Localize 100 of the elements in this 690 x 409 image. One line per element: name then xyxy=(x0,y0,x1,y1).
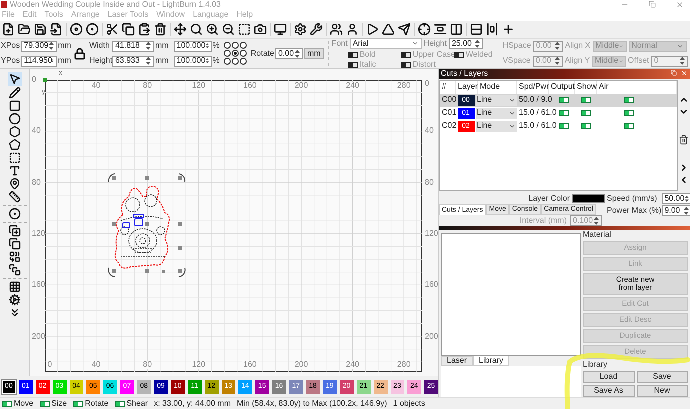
mode-dropdown[interactable]: Line xyxy=(476,94,517,106)
power-field[interactable]: 9.00 xyxy=(662,205,690,216)
toggle-switch[interactable] xyxy=(559,110,569,116)
anchor-point[interactable] xyxy=(224,42,231,49)
toggle-switch[interactable] xyxy=(2,400,12,406)
paste-icon[interactable] xyxy=(138,23,151,36)
chevron-left-icon[interactable] xyxy=(679,174,689,185)
toggle-switch[interactable] xyxy=(581,97,591,104)
x-position-field[interactable]: 79.309 xyxy=(21,40,58,52)
toggle-switch[interactable] xyxy=(73,400,84,406)
y-position-field[interactable]: 114.950 xyxy=(21,56,58,66)
anchor-point[interactable] xyxy=(240,58,247,65)
import-icon[interactable] xyxy=(50,23,63,36)
toggle-switch[interactable] xyxy=(348,62,358,68)
height-field[interactable]: 63.933 xyxy=(112,56,154,66)
mode-dropdown[interactable]: Line xyxy=(476,120,517,132)
toggle-switch[interactable] xyxy=(454,52,464,58)
rotate-field[interactable]: 0.00 xyxy=(275,48,304,59)
group-icon[interactable] xyxy=(330,23,343,36)
camera-icon[interactable] xyxy=(254,23,267,36)
text-tool-icon[interactable] xyxy=(8,165,20,177)
trash-icon[interactable] xyxy=(679,134,689,145)
polygon-tool-icon[interactable] xyxy=(8,126,20,138)
dashed-frame-icon[interactable] xyxy=(8,152,20,164)
anchor-point[interactable] xyxy=(240,42,247,49)
align-icon[interactable] xyxy=(434,23,447,36)
new-file-icon[interactable] xyxy=(2,23,15,36)
settings-icon[interactable] xyxy=(294,23,307,36)
anchor-point[interactable] xyxy=(232,50,239,57)
toggle-switch[interactable] xyxy=(624,123,634,130)
unit-button[interactable]: mm xyxy=(304,48,324,59)
library-button[interactable]: Save xyxy=(636,371,688,383)
lock-icon[interactable] xyxy=(74,48,86,60)
user-icon[interactable] xyxy=(346,23,359,36)
zoom-in-icon[interactable] xyxy=(206,23,219,36)
rectangle-tool-icon[interactable] xyxy=(8,100,20,112)
scale-field[interactable]: 100.000 xyxy=(174,40,212,52)
gear-icon[interactable] xyxy=(8,294,20,306)
spinner-icon xyxy=(295,50,300,58)
anchor-point[interactable] xyxy=(240,50,247,57)
library-button[interactable]: New xyxy=(636,385,688,397)
width-field[interactable]: 41.818 xyxy=(112,40,154,52)
crosshair-icon[interactable] xyxy=(418,23,431,36)
wrench-icon[interactable] xyxy=(310,23,323,36)
ruler-label: 40 xyxy=(90,82,102,90)
maximize-icon[interactable] xyxy=(649,1,656,8)
toggle-switch[interactable] xyxy=(348,52,358,58)
grid-array-icon[interactable] xyxy=(8,281,20,293)
toggle-switch[interactable] xyxy=(114,400,125,406)
panel-tab[interactable]: Library xyxy=(473,356,510,366)
scissors-icon[interactable] xyxy=(106,23,119,36)
anchor-point[interactable] xyxy=(232,58,239,65)
monitor-icon[interactable] xyxy=(274,23,287,36)
offset-icon[interactable] xyxy=(8,208,20,220)
pencil-icon[interactable] xyxy=(8,87,20,99)
text-height-field[interactable]: 25.00 xyxy=(448,38,483,49)
toggle-switch[interactable] xyxy=(581,123,591,130)
open-folder-icon[interactable] xyxy=(18,23,31,36)
restore-icon[interactable] xyxy=(671,70,677,76)
anchor-point[interactable] xyxy=(224,50,231,57)
toggle-switch[interactable] xyxy=(400,62,411,68)
save-icon[interactable] xyxy=(34,23,47,36)
send-icon[interactable] xyxy=(398,23,411,36)
toggle-switch[interactable] xyxy=(581,110,591,116)
trash-icon[interactable] xyxy=(154,23,167,36)
ellipse-tool-icon[interactable] xyxy=(8,113,20,125)
speed-field[interactable]: 50.00 xyxy=(662,193,690,204)
toggle-switch[interactable] xyxy=(559,97,569,104)
move-icon[interactable] xyxy=(174,23,187,36)
plus-icon[interactable] xyxy=(502,23,515,36)
copy-icon[interactable] xyxy=(122,23,135,36)
toggle-switch[interactable] xyxy=(400,52,411,58)
overlap-icon[interactable] xyxy=(8,238,20,250)
anchor-point[interactable] xyxy=(224,58,231,65)
select-tool-icon[interactable] xyxy=(8,73,20,85)
layer-color-swatch[interactable] xyxy=(572,194,605,204)
anchor-point[interactable] xyxy=(232,42,239,49)
field-label: % xyxy=(212,42,220,50)
map-pin-icon[interactable] xyxy=(8,178,20,190)
toggle-switch[interactable] xyxy=(624,97,634,104)
toggle-switch[interactable] xyxy=(40,400,50,406)
panel-tab[interactable]: Laser xyxy=(441,356,474,366)
zoom-fit-icon[interactable] xyxy=(190,23,203,36)
zoom-out-icon[interactable] xyxy=(222,23,235,36)
library-button[interactable]: Load xyxy=(583,371,634,383)
scale-field[interactable]: 100.000 xyxy=(174,56,212,66)
mode-dropdown[interactable]: Line xyxy=(476,108,517,119)
toggle-switch[interactable] xyxy=(559,123,569,130)
font-dropdown[interactable]: Arial xyxy=(350,38,422,49)
close-icon[interactable] xyxy=(676,0,684,8)
frame-icon[interactable] xyxy=(238,23,251,36)
columns-icon[interactable] xyxy=(450,23,463,36)
pentagon-icon[interactable] xyxy=(8,139,20,151)
ruler-icon[interactable] xyxy=(8,191,20,203)
chevron-right-icon[interactable] xyxy=(679,162,689,173)
rows-icon[interactable] xyxy=(470,23,483,36)
origin-marker xyxy=(43,78,47,82)
toggle-switch[interactable] xyxy=(624,110,634,116)
library-button[interactable]: Save As xyxy=(583,385,634,397)
distribute-icon[interactable] xyxy=(486,23,499,36)
